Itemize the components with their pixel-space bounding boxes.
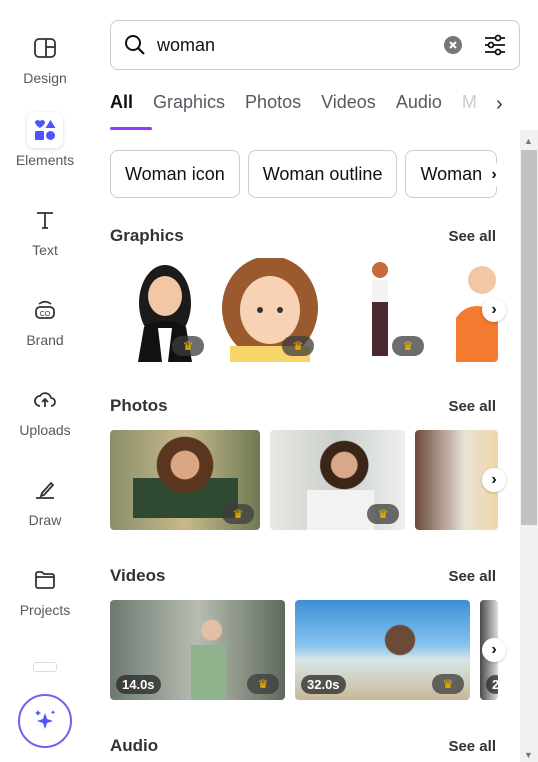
tab-videos[interactable]: Videos [321,92,376,113]
sidebar-item-draw[interactable]: Draw [0,472,90,528]
sidebar: Design Elements Text CO Brand Uploads Dra… [0,0,90,762]
shapes-icon [27,112,63,148]
video-duration: 32.0s [301,675,346,694]
videos-row: 14.0s ♛ 32.0s ♛ 2 [110,600,498,700]
graphics-header: Graphics See all [110,226,496,246]
section-title: Graphics [110,226,184,245]
video-duration: 14.0s [116,675,161,694]
sidebar-item-label: Design [23,70,67,86]
chip[interactable]: Woman icon [110,150,240,198]
brand-icon: CO [27,292,63,328]
chevron-right-icon[interactable]: › [482,163,506,187]
svg-text:CO: CO [40,311,51,318]
section-title: Videos [110,566,166,585]
sidebar-item-elements[interactable]: Elements [0,112,90,168]
text-icon [27,202,63,238]
sidebar-item-label: Brand [26,332,64,348]
active-tab-indicator [110,127,152,130]
see-all-graphics[interactable]: See all [448,228,496,245]
video-duration: 2 [486,675,498,694]
sidebar-item-design[interactable]: Design [0,30,90,86]
see-all-audio[interactable]: See all [448,738,496,755]
sidebar-item-text[interactable]: Text [0,202,90,258]
premium-crown-icon: ♛ [282,336,314,356]
scrollbar-thumb[interactable] [521,150,537,525]
section-title: Audio [110,736,159,755]
pen-icon [27,472,63,508]
audio-header: Audio See all [110,736,496,756]
graphic-item[interactable]: ♛ [120,258,210,362]
layout-icon [27,30,63,66]
photo-item[interactable]: ♛ [110,430,260,530]
section-title: Photos [110,396,168,415]
video-item[interactable]: 14.0s ♛ [110,600,285,700]
apps-icon[interactable] [33,662,57,672]
search-icon [125,35,145,55]
magic-button[interactable] [18,694,72,748]
graphics-row: ♛ ♛ ♛ [110,258,498,362]
video-item[interactable]: 32.0s ♛ [295,600,470,700]
graphic-item[interactable]: ♛ [220,258,320,362]
sidebar-item-label: Elements [15,152,75,168]
sidebar-item-uploads[interactable]: Uploads [0,382,90,438]
tab-graphics[interactable]: Graphics [153,92,225,113]
premium-crown-icon: ♛ [367,504,399,524]
see-all-photos[interactable]: See all [448,398,496,415]
chevron-right-icon[interactable]: › [482,638,506,662]
sidebar-item-brand[interactable]: CO Brand [0,292,90,348]
chevron-right-icon[interactable]: › [482,468,506,492]
sidebar-item-label: Text [32,242,58,258]
clear-icon[interactable] [443,35,463,55]
premium-crown-icon: ♛ [392,336,424,356]
sidebar-item-label: Draw [28,512,62,528]
videos-header: Videos See all [110,566,496,586]
premium-crown-icon: ♛ [247,674,279,694]
photos-header: Photos See all [110,396,496,416]
chevron-right-icon[interactable]: › [482,298,506,322]
scroll-down-icon[interactable]: ▼ [524,750,533,760]
chevron-right-icon[interactable]: › [496,93,503,116]
scroll-up-icon[interactable]: ▲ [524,136,533,146]
chip[interactable]: Woman outline [247,150,398,198]
sidebar-item-label: Uploads [19,422,71,438]
photo-item[interactable]: ♛ [270,430,405,530]
sparkles-icon [35,710,56,729]
folder-icon [27,562,63,598]
filter-icon[interactable] [483,33,507,57]
cloud-upload-icon [27,382,63,418]
tab-all[interactable]: All [110,92,133,113]
graphic-item[interactable]: ♛ [350,258,430,362]
tab-more[interactable]: M [462,92,477,113]
see-all-videos[interactable]: See all [448,568,496,585]
sidebar-item-label: Projects [19,602,71,618]
premium-crown-icon: ♛ [172,336,204,356]
tab-photos[interactable]: Photos [245,92,301,113]
tab-bar: All Graphics Photos Videos Audio M [110,92,510,113]
photos-row: ♛ ♛ [110,430,498,530]
suggestion-chips: Woman icon Woman outline Woman [110,150,498,200]
search-input[interactable] [157,34,443,56]
search-bar [110,20,520,70]
sidebar-item-projects[interactable]: Projects [0,562,90,618]
premium-crown-icon: ♛ [222,504,254,524]
tab-audio[interactable]: Audio [396,92,442,113]
premium-crown-icon: ♛ [432,674,464,694]
